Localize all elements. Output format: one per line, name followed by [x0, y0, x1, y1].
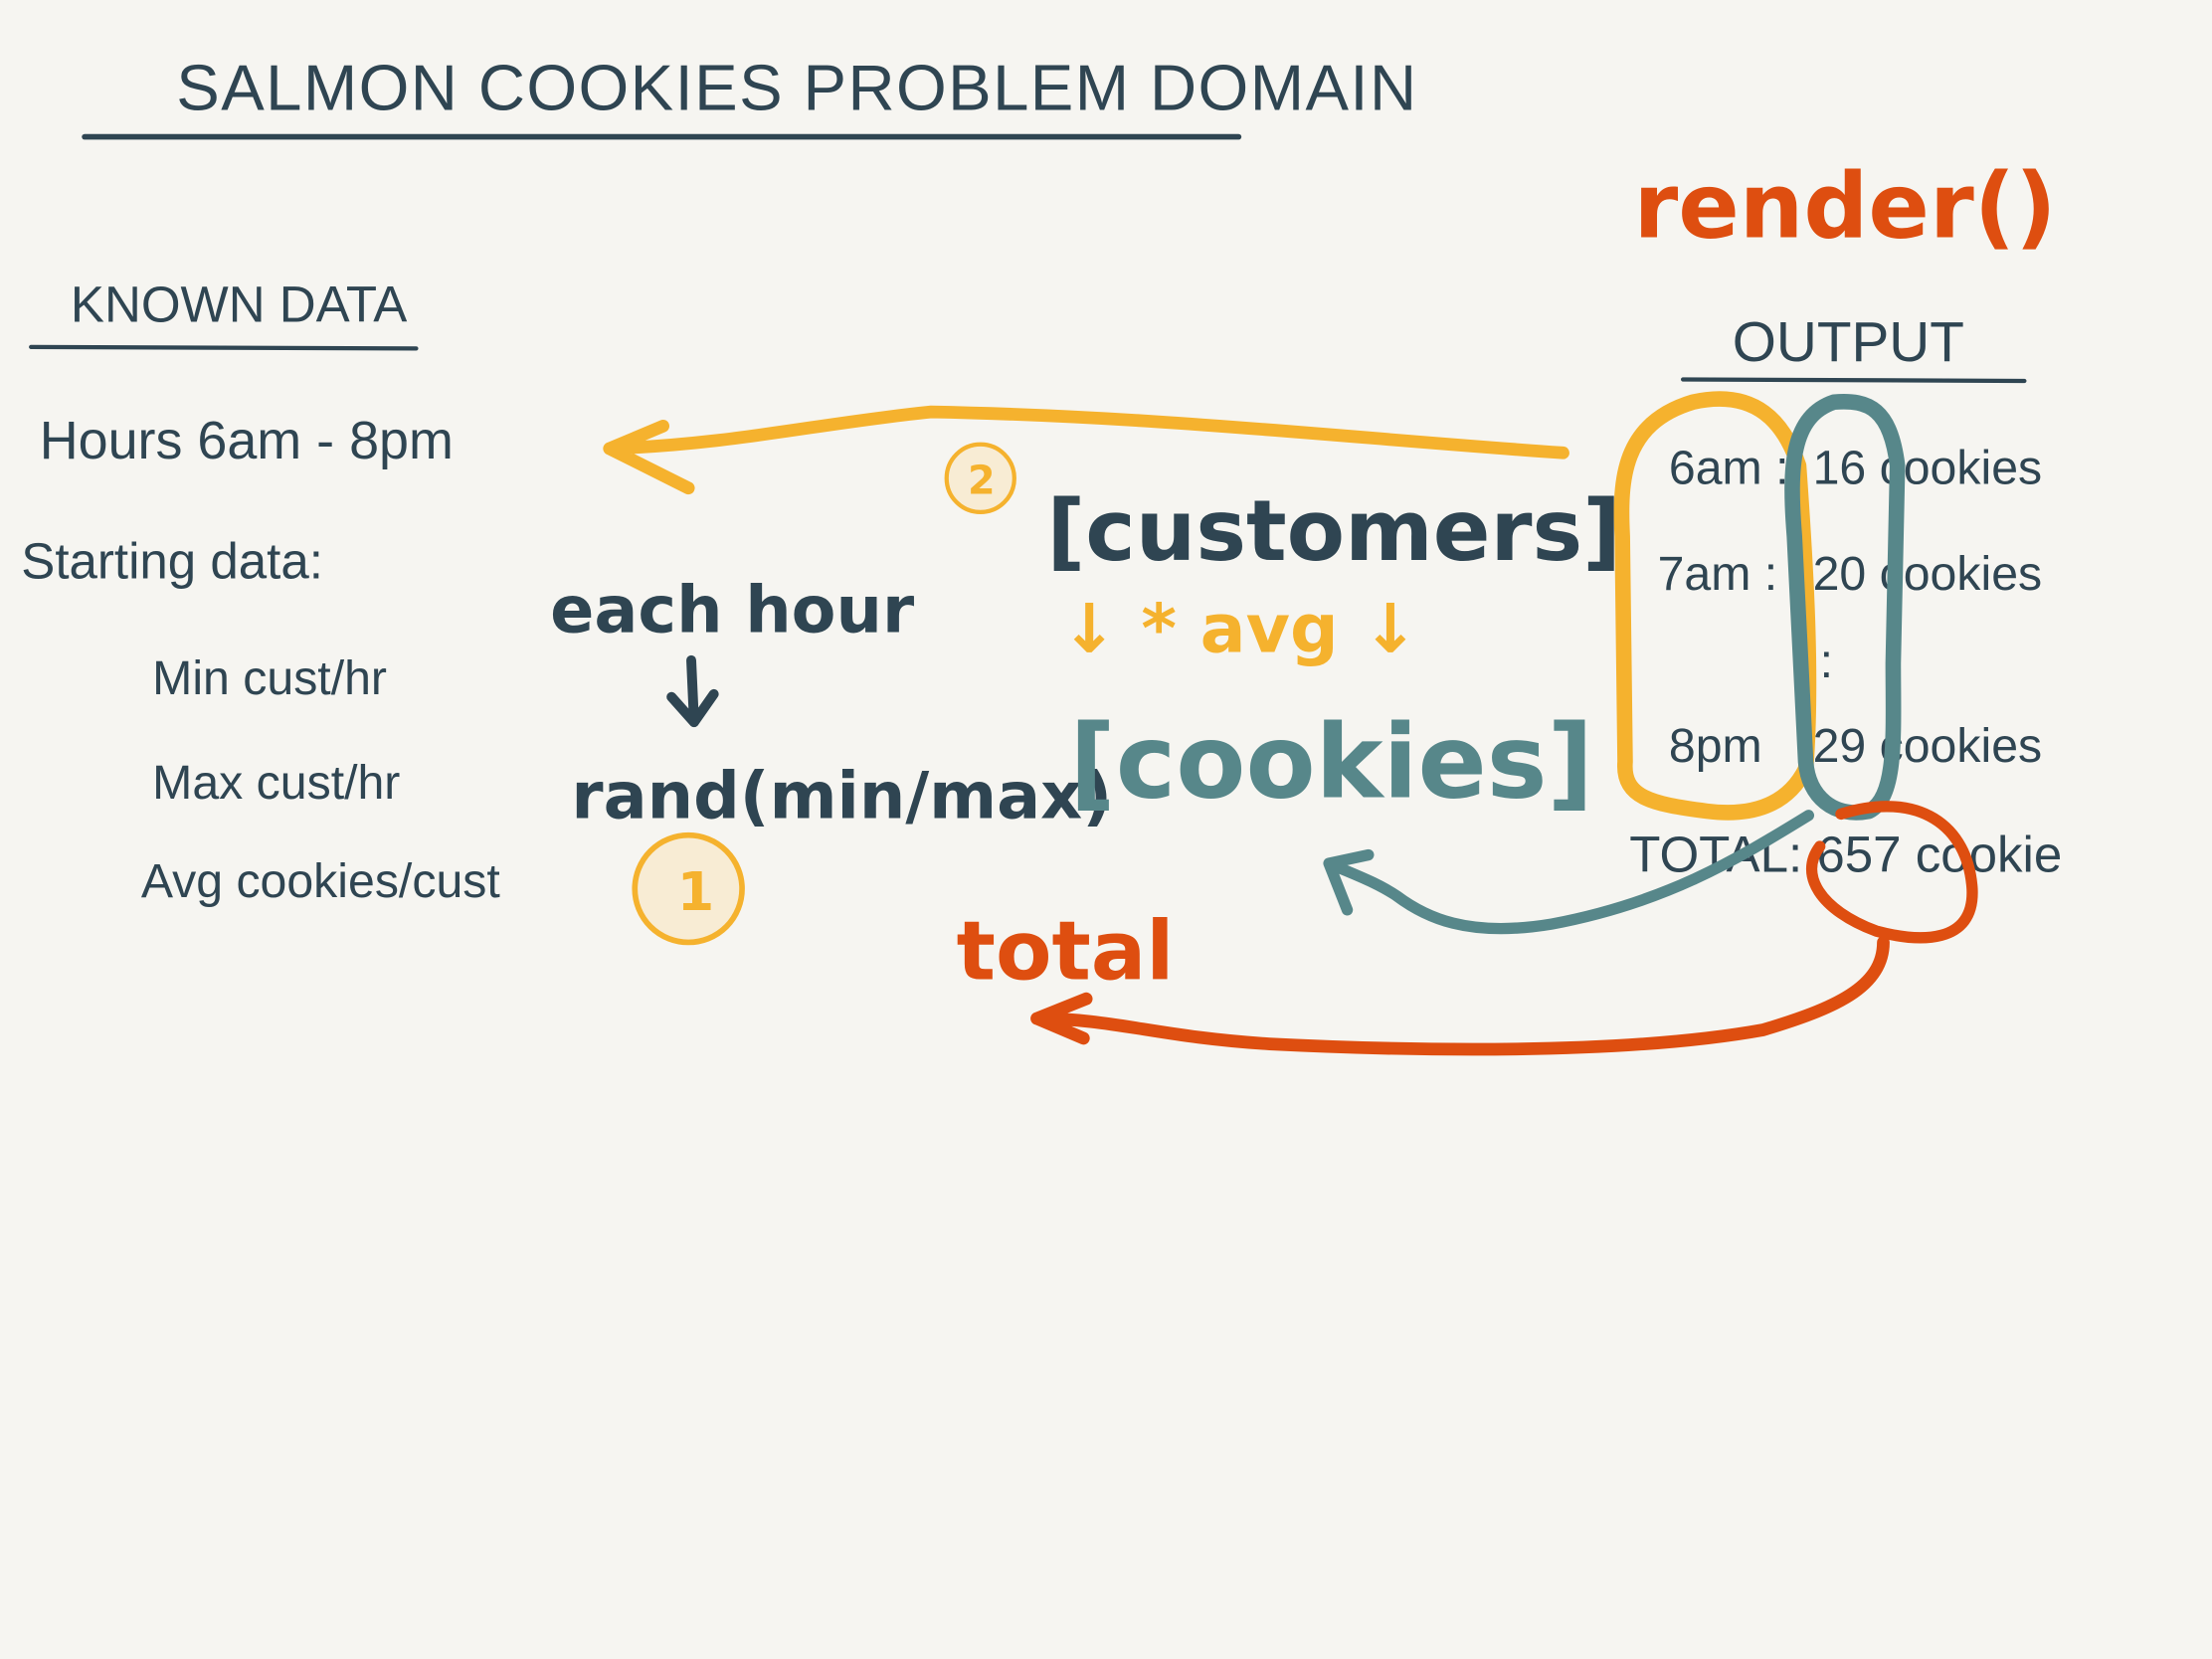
output-row-cookies: 16 cookies [1813, 441, 2043, 494]
max-cust-text: Max cust/hr [152, 756, 400, 810]
known-data-heading: KNOWN DATA [71, 276, 407, 332]
output-row-cookies: 29 cookies [1813, 719, 2043, 773]
output-row-cookies: 20 cookies [1813, 547, 2043, 601]
step-2-label: 2 [968, 458, 996, 503]
output-row-ellipsis: : [1820, 635, 1833, 688]
cookies-array-text: [cookies] [1069, 703, 1593, 822]
diagram-canvas: SALMON COOKIES PROBLEM DOMAIN KNOWN DATA… [0, 0, 2212, 1659]
output-row-hour: 7am : [1658, 547, 1778, 601]
avg-cookies-text: Avg cookies/cust [141, 854, 501, 908]
page-title: SALMON COOKIES PROBLEM DOMAIN [176, 52, 1417, 124]
output-row-hour: 6am : [1669, 441, 1789, 494]
rand-text: rand(min/max) [571, 759, 1112, 834]
render-function-text: render() [1633, 154, 2056, 259]
step-1-label: 1 [677, 860, 715, 923]
hours-text: Hours 6am - 8pm [40, 411, 454, 470]
total-text: total [957, 904, 1175, 999]
known-data-underline [29, 344, 419, 351]
output-underline [1680, 377, 2027, 384]
each-hour-text: each hour [550, 572, 914, 647]
min-cust-text: Min cust/hr [152, 651, 387, 705]
output-row-hour: 8pm [1669, 719, 1762, 773]
output-heading: OUTPUT [1733, 311, 1964, 374]
customers-text: [customers] [1046, 482, 1621, 581]
starting-data-label: Starting data: [21, 533, 323, 590]
avg-text: ↓ * avg ↓ [1061, 590, 1419, 668]
